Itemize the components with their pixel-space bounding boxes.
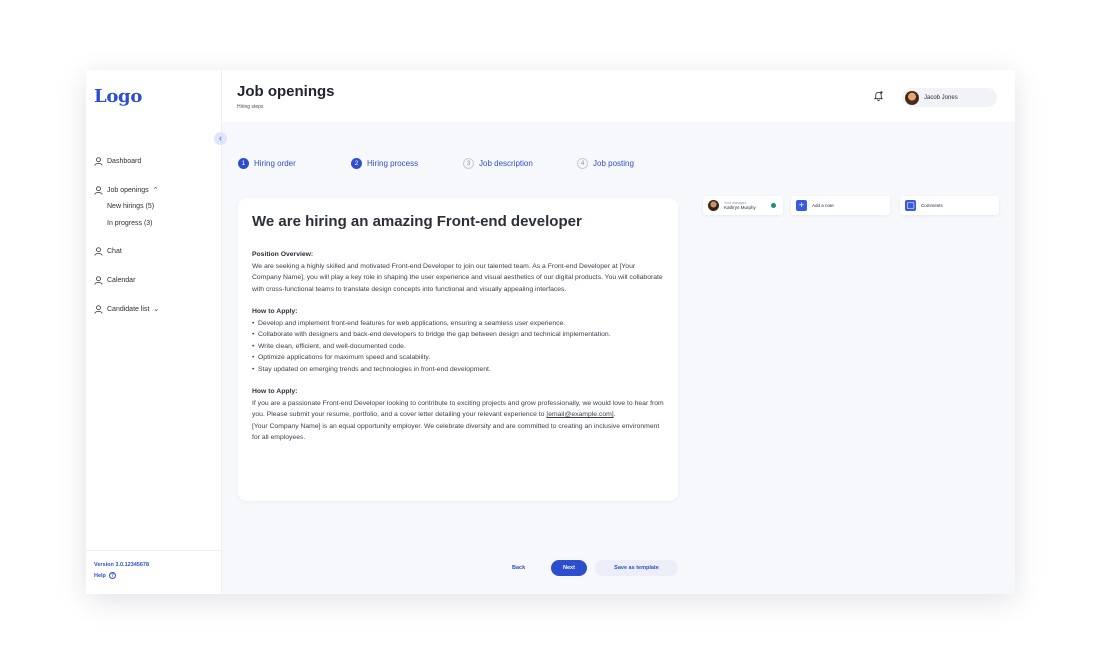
step-label: Hiring process [367,159,419,168]
add-note-label: Add a note [812,203,834,208]
step-number: 1 [238,158,249,169]
manager-info: Your manager Kathryn Murphy [724,201,756,211]
duty-text: Optimize applications for maximum speed … [258,354,431,361]
sidebar-collapse-button[interactable]: ‹ [214,132,227,145]
version-label: Version 3.0.12345678 [94,562,150,568]
comments-button[interactable]: ▢ Comments [900,196,999,215]
bell-icon[interactable] [873,90,884,101]
apply-text-end: . [613,411,616,418]
step-job-posting[interactable]: 4 Job posting [577,158,634,169]
manager-name: Kathryn Murphy [724,204,756,210]
sidebar-item-label: Chat [107,247,122,255]
user-icon [94,275,103,285]
chevron-left-icon: ‹ [219,133,222,143]
comments-label: Comments [921,203,943,208]
avatar [905,90,919,105]
email-link[interactable]: [email@example.com] [546,411,613,418]
add-note-button[interactable]: + Add a note [791,196,890,215]
duty-text: Collaborate with designers and back-end … [258,331,611,338]
avatar [708,200,719,211]
sidebar-item-job-openings[interactable]: Job openings ⌃ [94,184,218,196]
chevron-down-icon: ⌄ [153,306,160,313]
sidebar-item-label: Dashboard [107,157,142,165]
step-hiring-process[interactable]: 2 Hiring process [351,158,418,169]
duty-text: Write clean, efficient, and well-documen… [258,342,406,350]
sidebar-item-candidate-list[interactable]: Candidate list ⌄ [94,303,218,315]
comment-icon: ▢ [905,200,916,211]
step-job-description[interactable]: 3 Job description [463,158,533,169]
step-number: 4 [577,158,588,169]
sidebar-item-label: Job openings [107,186,149,194]
job-description-card: We are hiring an amazing Front-end devel… [238,198,678,501]
plus-icon: + [796,200,807,211]
step-number: 2 [351,158,362,169]
step-label: Job description [479,159,533,168]
next-button[interactable]: Next [551,560,587,576]
job-openings-submenu: New hirings (5) In progress (3) [94,203,218,231]
job-body: Position Overview: We are seeking a high… [252,249,664,444]
sidebar-item-dashboard[interactable]: Dashboard [94,155,218,167]
overview-heading: Position Overview: [252,251,314,258]
app-window: Logo Dashboard Job openings ⌃ New hiring… [86,70,1015,594]
back-button[interactable]: Back [512,565,525,571]
header: Job openings Hiring steps Jacob Jones [222,70,1015,122]
step-label: Hiring order [254,159,296,168]
page-subtitle: Hiring steps [237,104,264,110]
duties-heading: How to Apply: [252,308,298,315]
list-item: • Collaborate with designers and back-end… [252,329,664,341]
question-icon: ? [108,572,116,579]
list-item: • Optimize applications for maximum speed… [252,352,664,364]
user-icon [94,304,103,314]
closing-text: [Your Company Name] is an equal opportun… [252,422,660,442]
user-icon [94,246,103,256]
user-name: Jacob Jones [924,94,958,101]
sidebar-item-calendar[interactable]: Calendar [94,274,218,286]
logo: Logo [94,86,143,107]
step-label: Job posting [593,159,634,168]
apply-heading: How to Apply: [252,388,298,395]
job-title: We are hiring an amazing Front-end devel… [252,213,582,230]
overview-text: We are seeking a highly skilled and moti… [252,262,663,293]
duty-text: Stay updated on emerging trends and tech… [258,365,491,373]
manager-card[interactable]: Your manager Kathryn Murphy [703,196,783,215]
sidebar-subitem-new-hirings[interactable]: New hirings (5) [107,203,218,214]
user-icon [94,156,103,166]
sidebar-subitem-in-progress[interactable]: In progress (3) [107,220,218,231]
sidebar-item-label: Calendar [107,276,136,284]
user-icon [94,185,103,195]
sidebar-item-chat[interactable]: Chat [94,245,218,257]
list-item: • Develop and implement front-end feature… [252,318,664,330]
chevron-up-icon: ⌃ [152,187,159,194]
page-title: Job openings [237,83,335,100]
list-item: • Write clean, efficient, and well-docume… [252,341,664,353]
status-dot [771,203,776,208]
save-as-template-button[interactable]: Save as template [595,560,678,576]
user-menu[interactable]: Jacob Jones [902,88,997,107]
help-link[interactable]: Help ? [94,572,222,579]
step-number: 3 [463,158,474,169]
duty-text: Develop and implement front-end features… [258,319,566,327]
sidebar: Logo Dashboard Job openings ⌃ New hiring… [86,70,222,594]
apply-text: If you are a passionate Front-end Develo… [252,398,664,421]
sidebar-nav: Dashboard Job openings ⌃ New hirings (5)… [94,155,218,332]
step-hiring-order[interactable]: 1 Hiring order [238,158,296,169]
sidebar-footer: Version 3.0.12345678 Help ? [86,550,222,579]
sidebar-item-label: Candidate list [107,305,150,313]
list-item: • Stay updated on emerging trends and tec… [252,364,664,376]
help-label: Help [94,572,106,579]
